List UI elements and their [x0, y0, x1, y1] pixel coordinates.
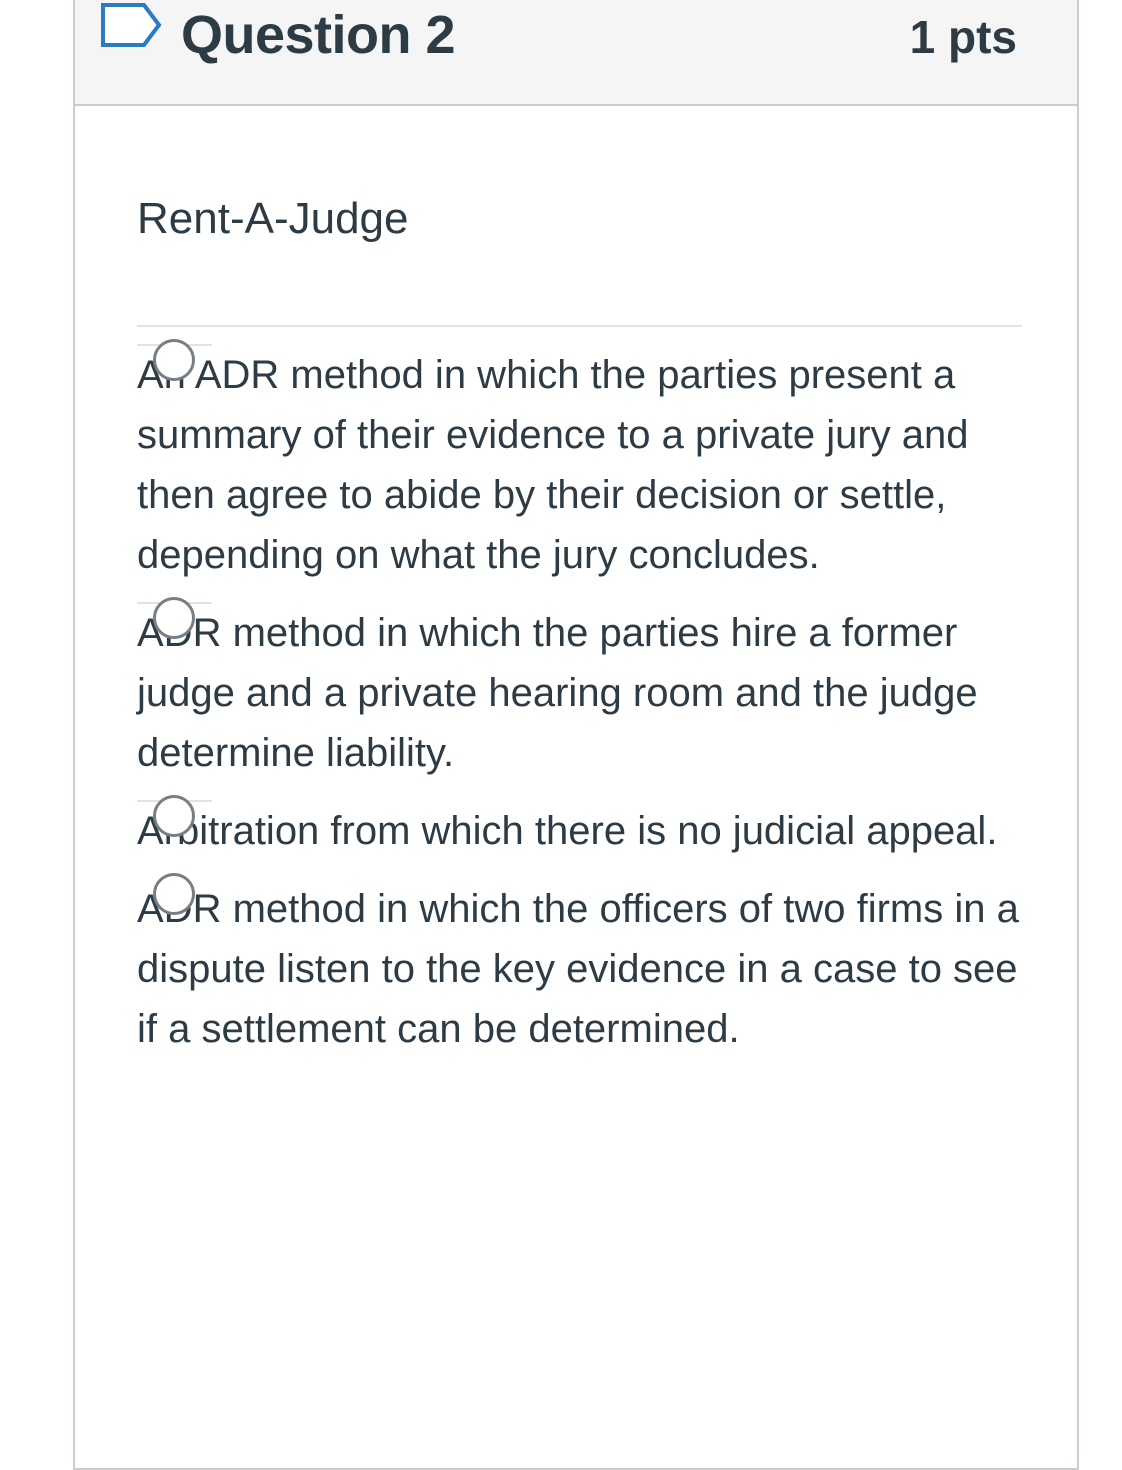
question-header: Question 2 1 pts — [75, 0, 1077, 106]
radio-button[interactable] — [153, 795, 195, 837]
radio-button[interactable] — [153, 339, 195, 381]
question-prompt: Rent-A-Judge — [137, 194, 409, 243]
radio-button[interactable] — [153, 873, 195, 915]
answer-label: Arbitration from which there is no judic… — [137, 809, 998, 853]
answer-label: An ADR method in which the parties prese… — [137, 353, 969, 577]
answer-label: ADR method in which the officers of two … — [137, 887, 1019, 1051]
radio-button[interactable] — [153, 597, 195, 639]
question-card: Question 2 1 pts Rent-A-Judge An ADR met… — [73, 0, 1079, 1470]
question-body: Rent-A-Judge An ADR method in which the … — [137, 106, 1022, 1059]
answer-option[interactable]: ADR method in which the officers of two … — [137, 839, 1022, 1059]
answer-label: ADR method in which the parties hire a f… — [137, 611, 978, 775]
question-title: Question 2 — [181, 5, 456, 65]
answer-option[interactable]: An ADR method in which the parties prese… — [137, 305, 1022, 585]
answer-list: An ADR method in which the parties prese… — [137, 305, 1022, 1059]
answer-option[interactable]: ADR method in which the parties hire a f… — [137, 563, 1022, 783]
bookmark-flag-icon[interactable] — [100, 2, 162, 48]
question-points: 1 pts — [909, 11, 1017, 63]
